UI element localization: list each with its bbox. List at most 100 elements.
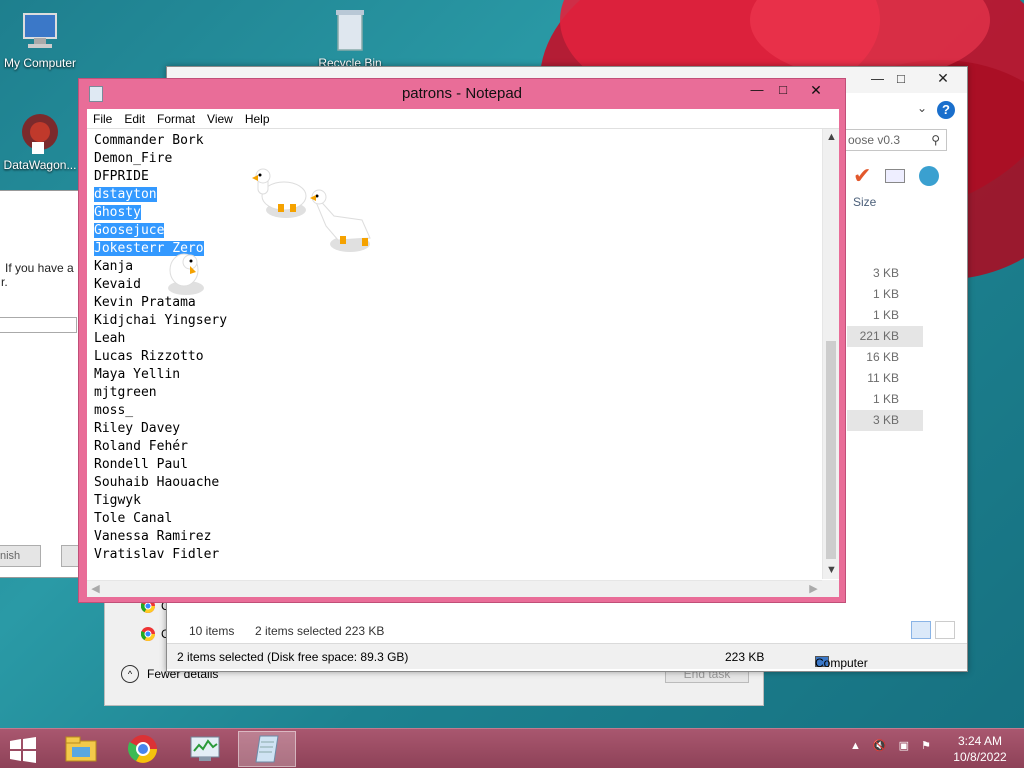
text-line: Tole Canal bbox=[94, 510, 227, 528]
line-text: Kevaid bbox=[94, 277, 141, 292]
text-line: Goosejuce bbox=[94, 222, 227, 240]
scroll-up-icon[interactable]: ▲ bbox=[823, 129, 839, 146]
line-text: Kevin Pratama bbox=[94, 295, 196, 310]
taskbar: ▲ 🔇 ▣ ⚑ 3:24 AM 10/8/2022 bbox=[0, 728, 1024, 768]
close-icon[interactable]: ✕ bbox=[793, 79, 839, 101]
selected-text: Goosejuce bbox=[94, 223, 165, 238]
desktop-icon-datawagon[interactable]: DataWagon... bbox=[0, 112, 80, 172]
taskbar-notepad[interactable] bbox=[238, 731, 296, 767]
maximize-icon[interactable]: □ bbox=[897, 71, 905, 86]
scroll-thumb[interactable] bbox=[826, 341, 836, 559]
menu-help[interactable]: Help bbox=[239, 109, 276, 129]
large-icons-view-button[interactable] bbox=[935, 621, 955, 639]
explorer-status-bar: 10 items 2 items selected 223 KB bbox=[167, 619, 967, 643]
datawagon-icon bbox=[22, 114, 58, 154]
text-line: Demon_Fire bbox=[94, 150, 227, 168]
minimize-icon[interactable]: — bbox=[743, 79, 771, 101]
action-center-icon[interactable]: ⚑ bbox=[921, 739, 931, 752]
horizontal-scrollbar[interactable]: ◀ ▶ bbox=[87, 580, 822, 597]
chrome-icon bbox=[141, 627, 155, 641]
text-line: Kidjchai Yingsery bbox=[94, 312, 227, 330]
shell-icon[interactable] bbox=[919, 166, 940, 186]
finish-button[interactable]: nish bbox=[0, 545, 41, 567]
window-title: patrons - Notepad bbox=[401, 85, 523, 102]
scroll-right-icon[interactable]: ▶ bbox=[805, 581, 822, 597]
taskbar-task-manager[interactable] bbox=[176, 731, 234, 767]
dialog-input[interactable] bbox=[0, 317, 77, 333]
text-line: Rondell Paul bbox=[94, 456, 227, 474]
text-line: Roland Fehér bbox=[94, 438, 227, 456]
text-line: Kevin Pratama bbox=[94, 294, 227, 312]
text-line: Commander Bork bbox=[94, 132, 227, 150]
menu-format[interactable]: Format bbox=[151, 109, 201, 129]
goose-icon[interactable] bbox=[310, 188, 376, 256]
goose-icon[interactable] bbox=[250, 166, 312, 224]
file-size: 1 KB bbox=[872, 392, 899, 406]
taskbar-file-explorer[interactable] bbox=[52, 731, 110, 767]
menu-view[interactable]: View bbox=[201, 109, 239, 129]
text-line: Vratislav Fidler bbox=[94, 546, 227, 564]
taskbar-chrome[interactable] bbox=[114, 731, 172, 767]
text-content: Commander Bork Demon_Fire DFPRIDE dstayton G… bbox=[94, 132, 227, 564]
file-size: 16 KB bbox=[866, 350, 899, 364]
help-icon[interactable]: ? bbox=[937, 101, 955, 119]
desktop-icon-my-computer[interactable]: My Computer bbox=[0, 10, 80, 70]
details-view-button[interactable] bbox=[911, 621, 931, 639]
search-icon: ⚲ bbox=[931, 133, 940, 147]
line-text: Tigwyk bbox=[94, 493, 141, 508]
line-text: Kidjchai Yingsery bbox=[94, 313, 228, 328]
disk-status: 2 items selected (Disk free space: 89.3 … bbox=[177, 650, 409, 664]
line-text: Vratislav Fidler bbox=[94, 547, 220, 562]
location-label: Computer bbox=[815, 656, 868, 670]
selected-size: 223 KB bbox=[725, 650, 765, 664]
close-icon[interactable]: ✕ bbox=[921, 67, 965, 89]
volume-muted-icon[interactable]: 🔇 bbox=[873, 739, 887, 752]
chrome-icon bbox=[128, 735, 157, 763]
scroll-down-icon[interactable]: ▼ bbox=[823, 562, 839, 579]
task-manager-icon bbox=[190, 736, 220, 761]
background-dialog: If you have a r. nish bbox=[0, 190, 91, 578]
recycle-bin-icon bbox=[336, 10, 364, 51]
show-hidden-icons-icon[interactable]: ▲ bbox=[850, 740, 861, 752]
size-column: 3 KB 1 KB 1 KB 221 KB 16 KB 11 KB 1 KB 3… bbox=[847, 263, 923, 431]
line-text: Riley Davey bbox=[94, 421, 181, 436]
text-line: dstayton bbox=[94, 186, 227, 204]
system-tray: ▲ 🔇 ▣ ⚑ bbox=[850, 739, 931, 753]
line-text: Kanja bbox=[94, 259, 134, 274]
text-line: Leah bbox=[94, 330, 227, 348]
line-text: Roland Fehér bbox=[94, 439, 188, 454]
preview-pane-icon[interactable] bbox=[885, 169, 906, 183]
vertical-scrollbar[interactable]: ▲ ▼ bbox=[822, 129, 839, 579]
search-placeholder: oose v0.3 bbox=[848, 133, 901, 147]
line-text: Maya Yellin bbox=[94, 367, 181, 382]
goose-icon[interactable] bbox=[164, 244, 208, 296]
chevron-down-icon[interactable]: ⌄ bbox=[917, 101, 927, 115]
file-size: 3 KB bbox=[872, 266, 899, 280]
file-size: 1 KB bbox=[872, 287, 899, 301]
notepad-window: patrons - Notepad — □ ✕ File Edit Format… bbox=[78, 78, 846, 603]
text-editor[interactable]: Commander Bork Demon_Fire DFPRIDE dstayton G… bbox=[87, 129, 839, 597]
size-column-header[interactable]: Size bbox=[853, 195, 876, 209]
view-toggle bbox=[911, 621, 955, 639]
file-size: 3 KB bbox=[847, 410, 923, 431]
network-icon[interactable]: ▣ bbox=[899, 739, 909, 752]
menu-file[interactable]: File bbox=[87, 109, 118, 129]
line-text: Commander Bork bbox=[94, 133, 204, 148]
file-size: 1 KB bbox=[872, 308, 899, 322]
search-input[interactable]: oose v0.3 ⚲ bbox=[843, 129, 947, 151]
computer-icon bbox=[23, 13, 57, 48]
scroll-corner bbox=[822, 580, 839, 597]
minimize-icon[interactable]: — bbox=[871, 71, 884, 86]
text-line: mjtgreen bbox=[94, 384, 227, 402]
menu-edit[interactable]: Edit bbox=[118, 109, 151, 129]
line-text: Leah bbox=[94, 331, 126, 346]
line-text: Souhaib Haouache bbox=[94, 475, 220, 490]
text-line: DFPRIDE bbox=[94, 168, 227, 186]
windows-start-icon[interactable] bbox=[8, 737, 38, 763]
clock-date: 10/8/2022 bbox=[953, 750, 1007, 764]
file-size: 11 KB bbox=[867, 371, 899, 385]
taskbar-clock[interactable]: 3:24 AM 10/8/2022 bbox=[948, 733, 1012, 765]
desktop-icon-recycle-bin[interactable]: Recycle Bin bbox=[310, 6, 390, 70]
scroll-left-icon[interactable]: ◀ bbox=[87, 581, 104, 597]
checkmark-icon[interactable]: ✔ bbox=[853, 163, 871, 189]
